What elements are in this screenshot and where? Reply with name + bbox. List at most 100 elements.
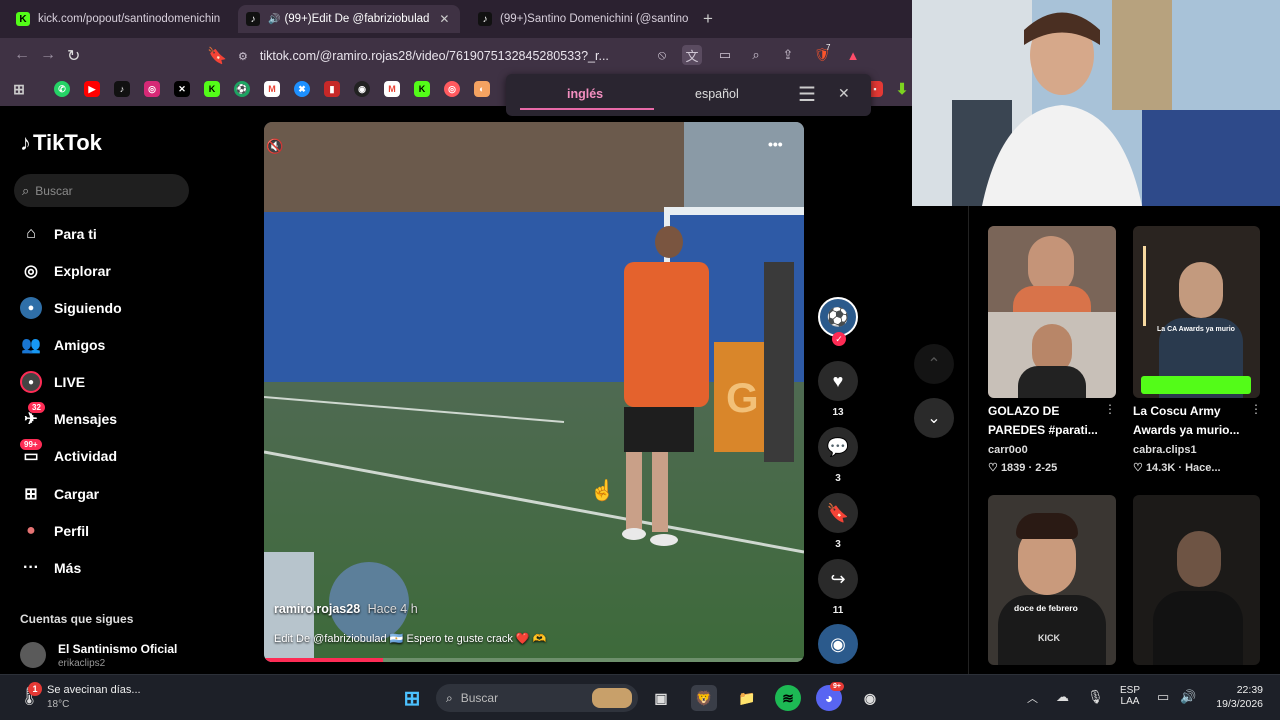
gmail-icon-2[interactable]: M [384, 81, 400, 97]
obs-icon[interactable]: ◉ [857, 685, 883, 711]
gmail-icon[interactable]: M [264, 81, 280, 97]
network-icon[interactable]: ☁ [1056, 689, 1069, 705]
following-account-name[interactable]: El Santinismo Oficial [58, 642, 177, 656]
instagram-icon[interactable]: ◎ [144, 81, 160, 97]
progress-track[interactable] [264, 658, 804, 662]
nav-cargar[interactable]: ⊞ Cargar [20, 482, 99, 506]
nav-actividad[interactable]: ▭ 99+ Actividad [20, 439, 117, 468]
author-avatar[interactable]: ⚽ [818, 297, 858, 337]
reco-author-2[interactable]: cabra.clips1 [1133, 444, 1197, 456]
location-icon[interactable]: ◎ [444, 81, 460, 97]
share-button[interactable]: ↪ [818, 559, 858, 599]
reco-thumb-4[interactable] [1133, 495, 1260, 665]
bookmark-icon[interactable]: 🔖 [207, 46, 227, 66]
language-indicator[interactable]: ESP LAA [1119, 685, 1141, 707]
forward-icon[interactable]: → [40, 46, 56, 64]
nav-explorar[interactable]: ◎ Explorar [20, 259, 111, 283]
reco-title-1: GOLAZO DE PAREDES #parati... [988, 402, 1098, 440]
kick-icon[interactable]: K [204, 81, 220, 97]
follow-check-icon[interactable]: ✓ [832, 332, 846, 346]
video-player[interactable]: G 🔇 ••• ramiro.rojas28 Hace 4 h Edit De … [264, 122, 804, 662]
download-icon[interactable]: ⬇ [894, 81, 910, 98]
nav-mensajes[interactable]: ✈ 32 Mensajes [20, 402, 118, 431]
thumb-overlay-text: La CA Awards ya murio [1157, 326, 1235, 333]
microphone-icon[interactable]: 🎙 [1087, 689, 1104, 705]
soccer-icon[interactable]: ⚽ [234, 81, 250, 97]
nav-label: Mensajes [54, 411, 118, 427]
author-name[interactable]: ramiro.rojas28 [274, 602, 360, 616]
nav-perfil[interactable]: ● Perfil [20, 519, 89, 543]
volume-icon[interactable]: 🔇 [266, 138, 283, 155]
reco-more-icon[interactable]: ⋮ [1250, 402, 1262, 416]
video-author[interactable]: ramiro.rojas28 Hace 4 h [274, 602, 418, 616]
show-hidden-icons[interactable]: ︿ [1027, 690, 1038, 706]
tab-label: kick.com/popout/santinodomenichin [38, 13, 221, 25]
search-input[interactable]: ⌕ Buscar [14, 174, 189, 207]
x-icon[interactable]: ✕ [174, 81, 190, 97]
reco-more-icon[interactable]: ⋮ [1104, 402, 1116, 416]
previous-video-button[interactable]: ⌃ [914, 344, 954, 384]
tab-tiktok-santino[interactable]: ♪ (99+)Santino Domenichini (@santino [470, 5, 692, 33]
reco-author-1[interactable]: carr0o0 [988, 444, 1028, 456]
nav-mas[interactable]: ··· Más [20, 556, 81, 580]
display-icon[interactable]: ▭ [1157, 689, 1169, 705]
tab-tiktok-edit[interactable]: ♪ 🔊 (99+)Edit De @fabriziobulad ✕ [238, 5, 460, 33]
nav-siguiendo[interactable]: ● Siguiendo [20, 296, 122, 320]
new-tab-button[interactable]: + [703, 9, 713, 29]
reco-thumb-2[interactable]: La CA Awards ya murio [1133, 226, 1260, 398]
tiktok-icon[interactable]: ♪ [114, 81, 130, 97]
nav-para-ti[interactable]: ⌂ Para ti [20, 222, 97, 246]
compass-icon: ◎ [24, 263, 38, 280]
back-icon[interactable]: ← [14, 46, 30, 64]
menu-icon[interactable]: ☰ [798, 82, 816, 107]
github-icon[interactable]: ◉ [354, 81, 370, 97]
nav-amigos[interactable]: 👥 Amigos [20, 333, 105, 357]
bookmark-site-icon[interactable]: ◐ [474, 81, 490, 97]
url-field[interactable]: ⚙ tiktok.com/@ramiro.rojas28/video/76190… [238, 43, 648, 69]
spotify-icon[interactable]: ≋ [775, 685, 801, 711]
stats-icon[interactable]: ▮ [324, 81, 340, 97]
tiktok-logo[interactable]: ♪ TikTok [20, 130, 102, 156]
close-tab-icon[interactable]: ✕ [439, 12, 449, 26]
whatsapp-icon[interactable]: ✆ [54, 81, 70, 97]
music-disc[interactable]: ◉ [818, 624, 858, 664]
nav-live[interactable]: ● LIVE [20, 370, 85, 394]
nav-label: LIVE [54, 374, 86, 390]
tab-kick[interactable]: K kick.com/popout/santinodomenichin [8, 5, 232, 33]
zoom-icon[interactable]: ⌕ [746, 45, 766, 65]
close-icon[interactable]: ✕ [838, 85, 850, 102]
next-video-button[interactable]: ⌄ [914, 398, 954, 438]
site-settings-icon[interactable]: ⚙ [238, 50, 248, 63]
comment-button[interactable]: 💬 [818, 427, 858, 467]
lang-spanish-tab[interactable]: español [695, 87, 739, 101]
reco-thumb-1[interactable] [988, 226, 1116, 398]
reco-thumb-3[interactable]: doce de febrero KICK [988, 495, 1116, 665]
taskbar-search[interactable]: ⌕ Buscar [436, 684, 638, 712]
lang-english-tab[interactable]: inglés [567, 87, 603, 101]
weather-title[interactable]: Se avecinan días... [47, 684, 141, 696]
reload-icon[interactable]: ↻ [67, 46, 80, 66]
webcam-overlay [912, 0, 1280, 206]
file-explorer-icon[interactable]: 📁 [734, 685, 760, 711]
volume-icon[interactable]: 🔊 [1180, 689, 1196, 705]
video-caption: Edit De @fabriziobulad 🇦🇷 Espero te gust… [274, 633, 547, 645]
windows-start-icon[interactable]: ⊞ [399, 685, 425, 711]
kick-icon-2[interactable]: K [414, 81, 430, 97]
avatar[interactable] [20, 642, 46, 668]
thumb-overlay-text: doce de febrero [1014, 603, 1078, 613]
task-view-icon[interactable]: ▣ [648, 685, 674, 711]
video-more-button[interactable]: ••• [768, 136, 783, 152]
brave-taskbar-icon[interactable]: 🦁 [691, 685, 717, 711]
brave-rewards-icon[interactable]: ▲ [843, 45, 863, 65]
like-button[interactable]: ♥ [818, 361, 858, 401]
apps-grid-icon[interactable]: ⊞ [11, 81, 27, 97]
save-button[interactable]: 🔖 [818, 493, 858, 533]
no-audio-icon[interactable]: ⦸ [652, 45, 672, 65]
sport-app-icon[interactable]: ✖ [294, 81, 310, 97]
clock[interactable]: 22:39 19/3/2026 [1203, 684, 1263, 710]
nav-label: Explorar [54, 263, 111, 279]
translate-icon[interactable]: 文 [682, 45, 702, 65]
share-icon[interactable]: ⇪ [778, 45, 798, 65]
youtube-icon[interactable]: ▶ [84, 81, 100, 97]
cast-icon[interactable]: ▭ [715, 45, 735, 65]
